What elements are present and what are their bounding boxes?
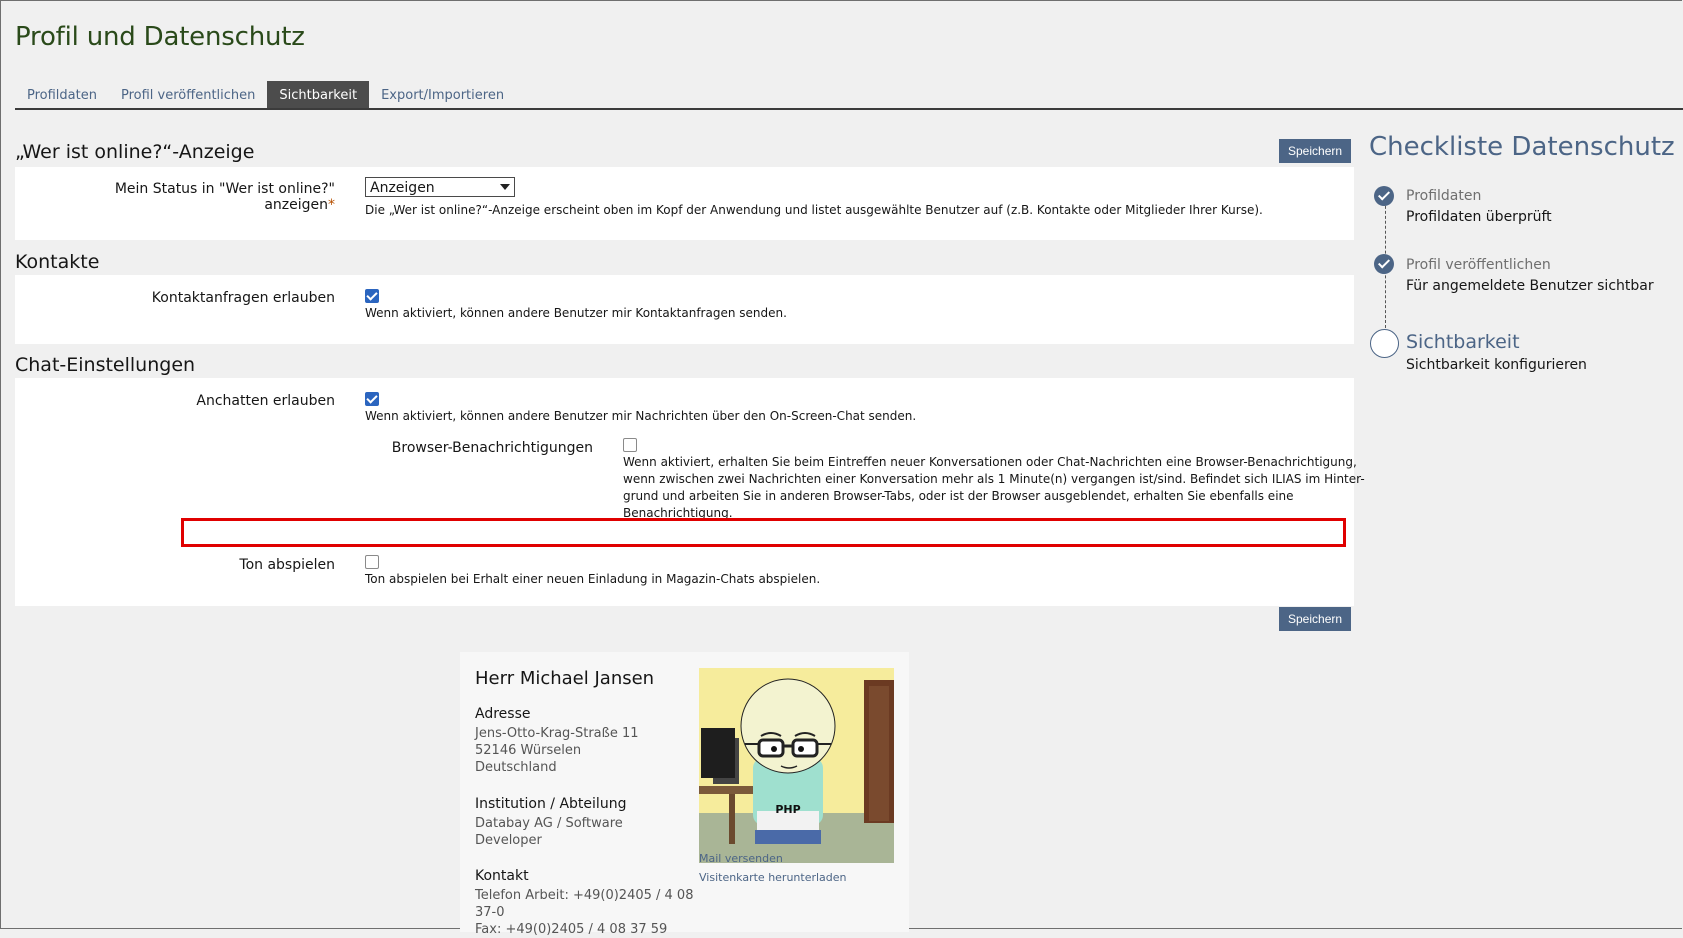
tab-profil-veroeffentlichen[interactable]: Profil veröffentlichen <box>109 81 267 108</box>
save-button-bottom[interactable]: Speichern <box>1279 607 1352 631</box>
section-heading-kontakte: Kontakte <box>15 251 100 273</box>
tab-underline <box>15 108 1683 110</box>
checklist-step-profil-veroeffentlichen[interactable]: Profil veröffentlichen <box>1406 257 1551 273</box>
institution-heading: Institution / Abteilung <box>475 796 627 812</box>
checklist-step-profildaten[interactable]: Profildaten <box>1406 188 1481 204</box>
highlight-box <box>181 518 1346 547</box>
kontaktanfragen-label: Kontaktanfragen erlauben <box>151 290 335 306</box>
tab-profildaten[interactable]: Profildaten <box>15 81 109 108</box>
sound-label: Ton abspielen <box>239 557 335 573</box>
status-label: Mein Status in "Wer ist online?" anzeige… <box>114 181 335 213</box>
online-status-select[interactable]: Anzeigen <box>365 177 515 197</box>
address-heading: Adresse <box>475 706 531 722</box>
sound-checkbox[interactable] <box>365 555 379 569</box>
anchatten-description: Wenn aktiviert, können andere Benutzer m… <box>365 409 917 423</box>
current-step-circle-icon <box>1370 329 1399 358</box>
avatar-php-text: PHP <box>775 803 800 816</box>
tab-sichtbarkeit[interactable]: Sichtbarkeit <box>267 81 370 108</box>
checklist-status-profil-veroeffentlichen: Für angemeldete Benutzer sichtbar <box>1406 278 1654 294</box>
checklist-status-sichtbarkeit: Sichtbarkeit konfigurieren <box>1406 357 1587 373</box>
page-title: Profil und Datenschutz <box>15 22 305 52</box>
tab-export-importieren[interactable]: Export/Importieren <box>369 81 516 108</box>
mail-link[interactable]: Mail versenden <box>699 852 783 865</box>
section-heading-online: „Wer ist online?“-Anzeige <box>15 141 255 163</box>
status-description: Die „Wer ist online?“-Anzeige erscheint … <box>365 203 1263 217</box>
vcard-download-link[interactable]: Visitenkarte herunterladen <box>699 871 847 884</box>
required-mark: * <box>328 197 335 213</box>
profile-card: Herr Michael Jansen Adresse Jens-Otto-Kr… <box>460 652 909 937</box>
address-text: Jens-Otto-Krag-Straße 11 52146 Würselen De… <box>475 726 639 775</box>
anchatten-checkbox[interactable] <box>365 392 379 406</box>
kontaktanfragen-description: Wenn aktiviert, können andere Benutzer m… <box>365 306 787 320</box>
browser-notifications-checkbox[interactable] <box>623 438 637 452</box>
chevron-down-icon <box>500 184 510 190</box>
avatar: PHP <box>699 668 894 863</box>
checklist-title: Checkliste Datenschutz <box>1369 132 1675 162</box>
section-heading-chat: Chat-Einstellungen <box>15 354 196 376</box>
checklist-status-profildaten: Profildaten überprüft <box>1406 209 1552 225</box>
browser-notifications-description: Wenn aktiviert, erhalten Sie beim Eintre… <box>623 455 1365 520</box>
institution-text: Databay AG / Software Developer <box>475 816 623 848</box>
browser-notifications-label: Browser-Benachrichtigungen <box>391 440 593 456</box>
save-button-top[interactable]: Speichern <box>1279 139 1352 163</box>
kontaktanfragen-checkbox[interactable] <box>365 289 379 303</box>
check-icon <box>1374 254 1394 274</box>
checklist-step-sichtbarkeit[interactable]: Sichtbarkeit <box>1406 331 1520 353</box>
check-icon <box>1374 186 1394 206</box>
profile-name: Herr Michael Jansen <box>475 668 655 689</box>
sound-description: Ton abspielen bei Erhalt einer neuen Ein… <box>365 572 821 586</box>
anchatten-label: Anchatten erlauben <box>196 393 335 409</box>
tab-bar: Profildaten Profil veröffentlichen Sicht… <box>15 81 516 108</box>
contact-heading: Kontakt <box>475 868 529 884</box>
contact-text: Telefon Arbeit: +49(0)2405 / 4 08 37-0 Fax… <box>475 888 694 937</box>
